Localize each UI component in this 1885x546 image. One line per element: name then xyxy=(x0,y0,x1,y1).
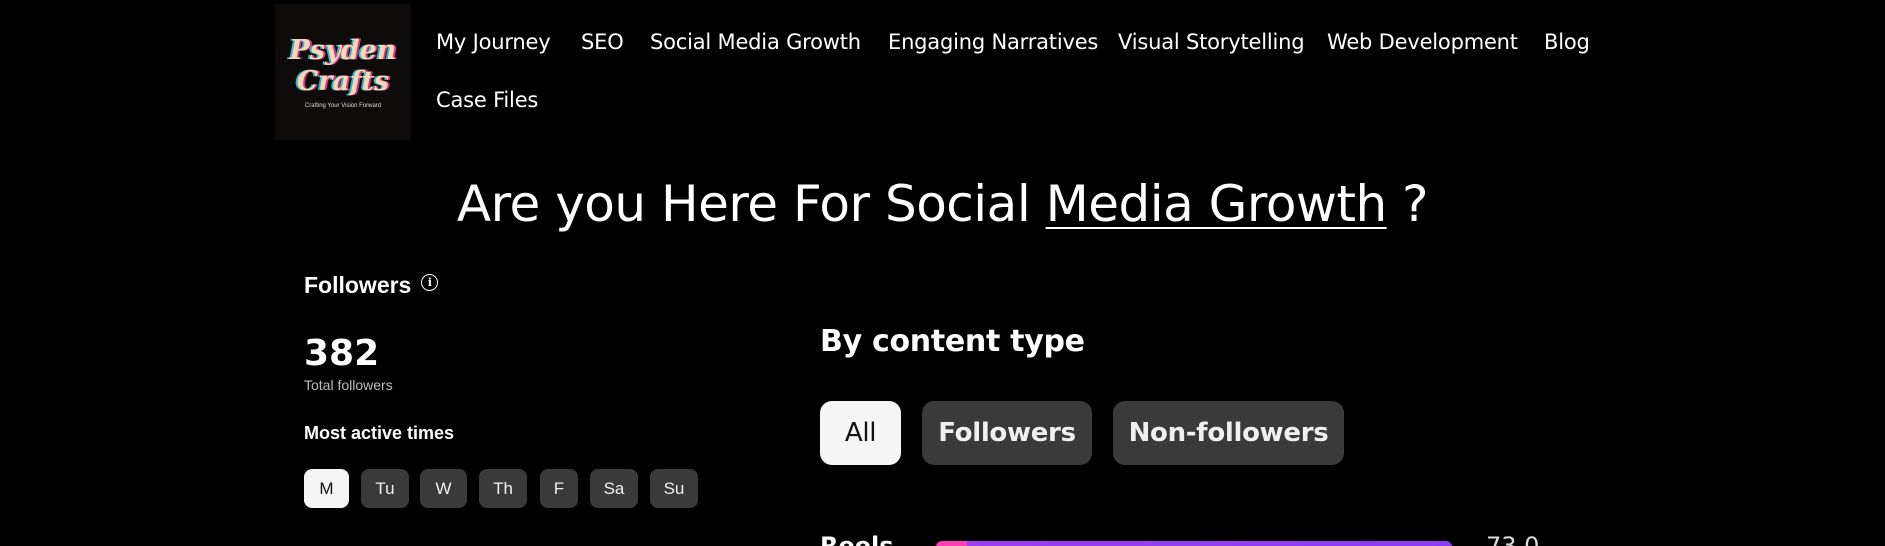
filter-all-button[interactable]: All xyxy=(820,401,901,465)
logo-tagline: Crafting Your Vision Forward xyxy=(304,103,382,109)
most-active-times-title: Most active times xyxy=(304,423,455,443)
nav-item-social-media-growth[interactable]: Social Media Growth xyxy=(650,30,861,54)
day-button-tuesday[interactable]: Tu xyxy=(361,469,409,508)
headline-prefix: Are you Here For Social xyxy=(456,175,1046,233)
filter-non-followers-button[interactable]: Non-followers xyxy=(1113,401,1344,465)
content-row-label: Reels xyxy=(820,532,894,546)
nav-item-case-files[interactable]: Case Files xyxy=(436,88,538,112)
page-headline: Are you Here For Social Media Growth ? xyxy=(0,174,1885,234)
logo-text-line2: Crafts xyxy=(296,66,390,97)
day-button-friday[interactable]: F xyxy=(540,469,578,508)
day-button-saturday[interactable]: Sa xyxy=(590,469,638,508)
total-followers-value: 382 xyxy=(304,333,380,374)
day-button-sunday[interactable]: Su xyxy=(650,469,698,508)
total-followers-label: Total followers xyxy=(304,377,393,393)
nav-item-visual-storytelling[interactable]: Visual Storytelling xyxy=(1118,30,1305,54)
filter-followers-button[interactable]: Followers xyxy=(922,401,1092,465)
nav-item-seo[interactable]: SEO xyxy=(581,30,624,54)
headline-link-media-growth[interactable]: Media Growth xyxy=(1046,175,1388,233)
followers-heading: Followers i xyxy=(304,272,439,299)
followers-title: Followers xyxy=(304,272,412,298)
nav-item-engaging-narratives[interactable]: Engaging Narratives xyxy=(888,30,1098,54)
site-logo[interactable]: Psyden Crafts Crafting Your Vision Forwa… xyxy=(275,4,411,140)
content-row-bar xyxy=(936,541,1452,546)
nav-item-my-journey[interactable]: My Journey xyxy=(436,30,551,54)
info-icon[interactable]: i xyxy=(421,274,439,291)
day-button-monday[interactable]: M xyxy=(304,469,349,508)
nav-item-blog[interactable]: Blog xyxy=(1544,30,1590,54)
logo-text-line1: Psyden xyxy=(289,35,397,66)
nav-item-web-development[interactable]: Web Development xyxy=(1327,30,1518,54)
content-row-value: 73.0 xyxy=(1486,532,1540,546)
day-button-wednesday[interactable]: W xyxy=(420,469,467,508)
day-button-thursday[interactable]: Th xyxy=(479,469,527,508)
content-type-title: By content type xyxy=(820,324,1085,359)
page: Psyden Crafts Crafting Your Vision Forwa… xyxy=(0,0,1885,546)
headline-suffix: ? xyxy=(1386,175,1429,233)
